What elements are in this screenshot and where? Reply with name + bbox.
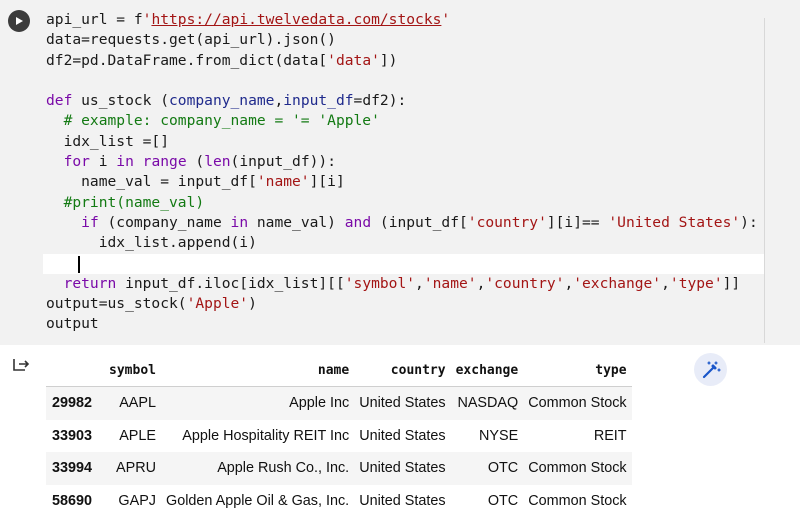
table-row: 29982 AAPL Apple Inc United States NASDA… — [46, 386, 632, 420]
code-line-9: name_val = input_df['name'][i] — [46, 173, 345, 191]
cell-exchange: NASDAQ — [457, 395, 519, 412]
cell-name: Apple Inc — [289, 395, 350, 412]
cell-name: Golden Apple Oil & Gas, Inc. — [166, 492, 350, 509]
cell-name: Apple Hospitality REIT Inc — [182, 427, 350, 444]
text-cursor — [78, 255, 80, 273]
code-line-16: output — [46, 315, 99, 333]
code-line-1: api_url = f'https://api.twelvedata.com/s… — [46, 11, 451, 28]
code-line-3: df2=pd.DataFrame.from_dict(data['data']) — [46, 51, 398, 69]
cell-exchange: NYSE — [479, 427, 519, 444]
table-header-row: symbol name country exchange type — [46, 354, 632, 387]
row-index: 58690 — [52, 492, 93, 509]
row-index: 29982 — [52, 395, 93, 412]
code-cell[interactable]: api_url = f'https://api.twelvedata.com/s… — [0, 0, 800, 345]
code-editor[interactable]: api_url = f'https://api.twelvedata.com/s… — [43, 10, 765, 335]
code-line-10: #print(name_val) — [46, 193, 205, 211]
column-header-exchange: exchange — [450, 354, 524, 387]
output-arrow-icon — [13, 359, 30, 371]
cell-name: Apple Rush Co., Inc. — [217, 460, 350, 477]
cell-symbol: APRU — [116, 460, 156, 477]
code-line-5: def us_stock (company_name,input_df=df2)… — [46, 92, 407, 110]
cell-symbol: GAPJ — [118, 492, 156, 509]
code-line-8: for i in range (len(input_df)): — [63, 153, 336, 171]
magic-wand-icon — [702, 361, 720, 378]
cell-symbol: APLE — [119, 427, 156, 444]
cell-exchange: OTC — [487, 460, 519, 477]
code-line-15: output=us_stock('Apple') — [46, 295, 257, 313]
row-index: 33994 — [52, 460, 93, 477]
column-header-symbol: symbol — [104, 354, 161, 387]
row-index: 33903 — [52, 427, 93, 444]
index-header — [46, 354, 105, 387]
code-line-7: idx_list =[] — [46, 132, 170, 150]
magic-wand-button[interactable] — [694, 353, 727, 386]
code-line-14: return input_df.iloc[idx_list][['symbol'… — [63, 274, 741, 292]
run-cell-button[interactable] — [8, 10, 30, 32]
column-header-type: type — [523, 354, 632, 387]
column-header-name: name — [161, 354, 355, 387]
table-row: 33903 APLE Apple Hospitality REIT Inc Un… — [46, 420, 632, 453]
code-line-11: if (company_name in name_val) and (input… — [81, 213, 758, 231]
code-line-13-current[interactable] — [43, 253, 765, 274]
cell-exchange: OTC — [487, 492, 519, 509]
code-line-2: data=requests.get(api_url).json() — [46, 31, 336, 49]
code-line-12: idx_list.append(i) — [46, 234, 257, 252]
column-header-country: country — [354, 354, 451, 387]
cell-type: Common Stock — [528, 460, 627, 477]
cell-type: Common Stock — [528, 492, 627, 509]
cell-country: United States — [359, 492, 446, 509]
table-row: 58690 GAPJ Golden Apple Oil & Gas, Inc. … — [46, 485, 632, 518]
cell-symbol: AAPL — [119, 395, 156, 412]
output-dataframe: symbol name country exchange type 29982 … — [46, 354, 632, 517]
code-line-6: # example: company_name = '= 'Apple' — [46, 112, 380, 130]
table-row: 33994 APRU Apple Rush Co., Inc. United S… — [46, 452, 632, 485]
line-length-ruler — [764, 18, 765, 343]
cell-country: United States — [359, 395, 446, 412]
cell-country: United States — [359, 460, 446, 477]
cell-country: United States — [359, 427, 446, 444]
play-icon — [16, 17, 23, 25]
cell-type: REIT — [593, 427, 627, 444]
cell-type: Common Stock — [528, 395, 627, 412]
